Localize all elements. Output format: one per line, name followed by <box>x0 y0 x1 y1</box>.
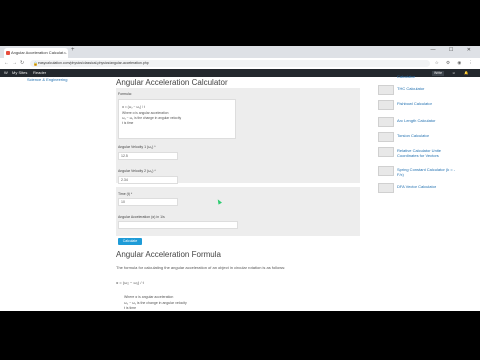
forward-icon[interactable]: → <box>12 60 17 66</box>
calculator-title: Angular Acceleration Calculator <box>116 78 228 87</box>
calculator-thumbnail-icon <box>378 183 394 193</box>
reader-link[interactable]: Reader <box>33 69 46 77</box>
formula-label: Formula: <box>118 92 132 96</box>
field-label-omega2: Angular Velocity 2 (ω₂) * <box>118 169 156 173</box>
wordpress-logo-icon[interactable]: W <box>4 69 8 77</box>
my-sites-link[interactable]: My Sites <box>12 69 27 77</box>
field-label-omega1: Angular Velocity 1 (ω₁) * <box>118 145 156 149</box>
related-calculator-title[interactable]: THC Calculator <box>397 86 424 91</box>
tab-title: Angular Acceleration Calculat… <box>11 50 68 55</box>
article-bullet: t is time <box>124 306 137 310</box>
site-favicon-icon <box>6 51 10 55</box>
back-icon[interactable]: ← <box>4 60 9 66</box>
related-calculator-title[interactable]: Fishbowl Calculator <box>397 101 432 106</box>
tab-close-icon[interactable]: × <box>64 48 66 58</box>
article-bullet: ω₂ − ω₁ is the change in angular velocit… <box>124 301 187 305</box>
formula-line: α = (ω₂ − ω₁) / t <box>122 105 145 109</box>
calculator-thumbnail-icon <box>378 85 394 95</box>
related-calculator-title[interactable]: Torsion Calculator <box>397 133 429 138</box>
calculator-thumbnail-icon <box>378 166 394 176</box>
tab-bar: Angular Acceleration Calculat… × + — ☐ ✕ <box>0 46 480 58</box>
result-output <box>118 221 238 229</box>
notification-bell-icon[interactable]: 🔔 <box>464 71 468 76</box>
related-calculator-title[interactable]: Relative Calculator Unite Coordinates fo… <box>397 148 459 158</box>
article-bullet: Where α is angular acceleration <box>124 295 174 299</box>
field-label-time: Time (t) * <box>118 192 133 196</box>
formula-box: α = (ω₂ − ω₁) / t Where α is angular acc… <box>118 99 236 139</box>
calculator-thumbnail-icon <box>378 100 394 110</box>
url-input[interactable]: 🔒 easycalculation.com/physics/classical-… <box>30 60 430 67</box>
browser-window: Angular Acceleration Calculat… × + — ☐ ✕… <box>0 46 480 311</box>
new-tab-button[interactable]: + <box>71 47 75 53</box>
tab-angular-acceleration[interactable]: Angular Acceleration Calculat… × <box>4 48 68 58</box>
extension-icons[interactable]: ☆ ⚙ ◉ ⋮ <box>435 60 476 66</box>
calculator-thumbnail-icon <box>378 132 394 142</box>
calculate-button[interactable]: Calculate <box>118 238 142 245</box>
calculator-thumbnail-icon <box>378 117 394 127</box>
related-calculator-title[interactable]: Spring Constant Calculator (k = -F/x) <box>397 167 459 177</box>
calculator-thumbnail-icon <box>378 147 394 157</box>
write-button[interactable]: Write <box>432 70 445 76</box>
category-link[interactable]: Science & Engineering <box>27 77 67 82</box>
omega2-input[interactable]: 2.34 <box>118 176 178 184</box>
field-label-result: Angular Acceleration (α) in 1/s <box>118 215 165 219</box>
lock-icon: 🔒 <box>33 61 38 66</box>
related-calculator-title[interactable]: Calculator <box>397 74 415 79</box>
formula-line: Where α is angular acceleration <box>122 111 169 115</box>
related-calculator-title[interactable]: Arc Length Calculator <box>397 118 435 123</box>
window-controls[interactable]: — ☐ ✕ <box>431 47 477 53</box>
article-heading: Angular Acceleration Formula <box>116 250 221 259</box>
profile-icon[interactable]: ☺ <box>452 71 456 76</box>
url-text: easycalculation.com/physics/classical-ph… <box>38 61 149 65</box>
reload-icon[interactable]: ↻ <box>20 60 24 66</box>
article-intro: The formula for calculating the angular … <box>116 265 286 270</box>
related-calculator-title[interactable]: DFA Vector Calculator <box>397 184 436 189</box>
formula-line: t is time <box>122 121 134 125</box>
omega1-input[interactable]: 12.5 <box>118 152 178 160</box>
time-input[interactable]: 10 <box>118 198 178 206</box>
article-formula: α = (ω₂ − ω₁) / t <box>116 280 144 285</box>
formula-line: ω₂ − ω₁ is the change in angular velocit… <box>122 116 182 120</box>
